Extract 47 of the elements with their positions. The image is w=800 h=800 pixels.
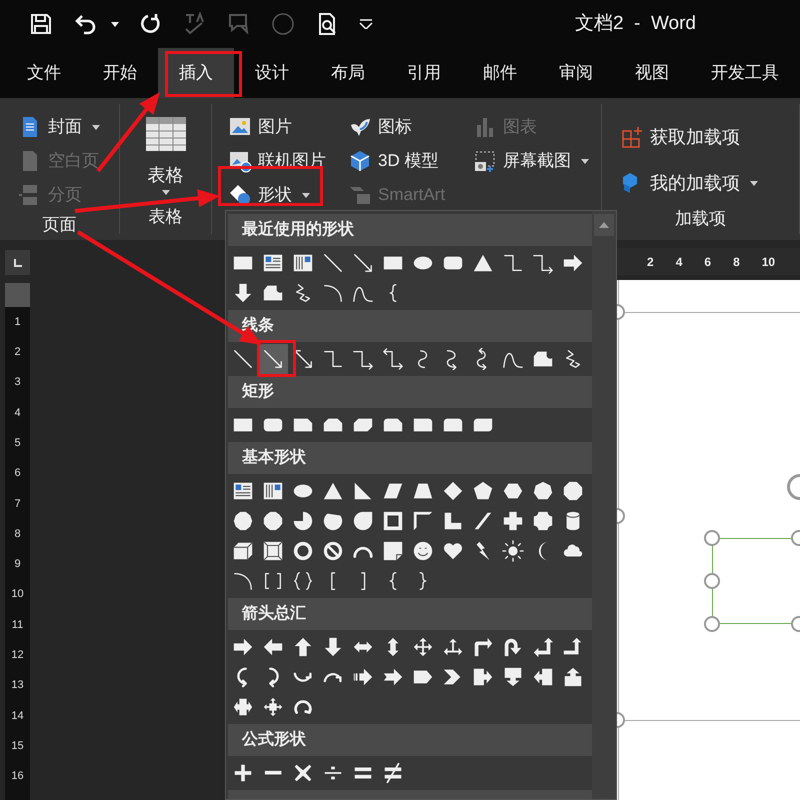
ruler-number: 11 (10, 620, 24, 631)
menu-tab[interactable]: 引用 (386, 48, 462, 98)
menu-tab[interactable]: 文件 (6, 48, 82, 98)
ruler-number: 4 (676, 256, 682, 268)
ruler-number: 8 (13, 528, 22, 540)
ruler-number: 12 (10, 650, 25, 662)
menu-tab[interactable]: 审阅 (538, 48, 614, 98)
ruler-number: 2 (647, 256, 654, 268)
menu-tab[interactable]: 布局 (310, 48, 386, 98)
section-header: 箭头总汇 (228, 598, 592, 630)
ribbon-button[interactable]: 图标 (344, 110, 469, 144)
section-header: 矩形 (228, 376, 592, 408)
ribbon-button[interactable]: 3D 模型 (344, 144, 469, 178)
ruler-number: 10 (762, 256, 776, 268)
ruler-number: 8 (733, 256, 740, 268)
ruler-number: 16 (10, 771, 25, 782)
ruler-number: 3 (13, 377, 22, 388)
group-label: 加载项 (675, 208, 726, 230)
ribbon-button[interactable]: 表格 (144, 104, 186, 195)
ruler-number: 7 (13, 498, 22, 510)
ruler-number: 2 (13, 346, 22, 358)
ruler-number: 9 (13, 559, 22, 570)
section-header: 基本形状 (228, 442, 592, 474)
ruler-number: 10 (10, 589, 25, 600)
ribbon-button[interactable]: 屏幕截图 (469, 144, 599, 178)
ruler-number: 14 (10, 710, 25, 722)
ribbon-button[interactable]: 图片 (224, 110, 344, 144)
ruler-number: 4 (13, 408, 22, 419)
ruler-number: 6 (13, 468, 22, 480)
ruler-number: 5 (13, 438, 22, 449)
group-label: 页面 (42, 214, 76, 236)
ribbon-button[interactable]: 获取加载项 (616, 114, 799, 160)
menu-tab[interactable]: 开始 (82, 48, 158, 98)
ruler-number: 15 (10, 741, 25, 752)
group-label: 表格 (148, 206, 182, 228)
window-title: 文档2 - Word (574, 12, 696, 36)
menu-tab[interactable]: 开发工具 (690, 48, 800, 98)
ruler-number: 6 (704, 256, 712, 268)
ruler-number: 1 (13, 316, 22, 328)
menu-tab[interactable]: 视图 (614, 48, 690, 98)
menu-tab[interactable]: 邮件 (462, 48, 538, 98)
ruler-number: 13 (10, 680, 25, 692)
ribbon-button[interactable]: 封面 (14, 110, 119, 144)
section-header: 公式形状 (228, 724, 592, 756)
menu-tab[interactable]: 设计 (234, 48, 310, 98)
section-header: 最近使用的形状 (228, 214, 592, 246)
ribbon-button[interactable]: 我的加载项 (616, 160, 799, 206)
